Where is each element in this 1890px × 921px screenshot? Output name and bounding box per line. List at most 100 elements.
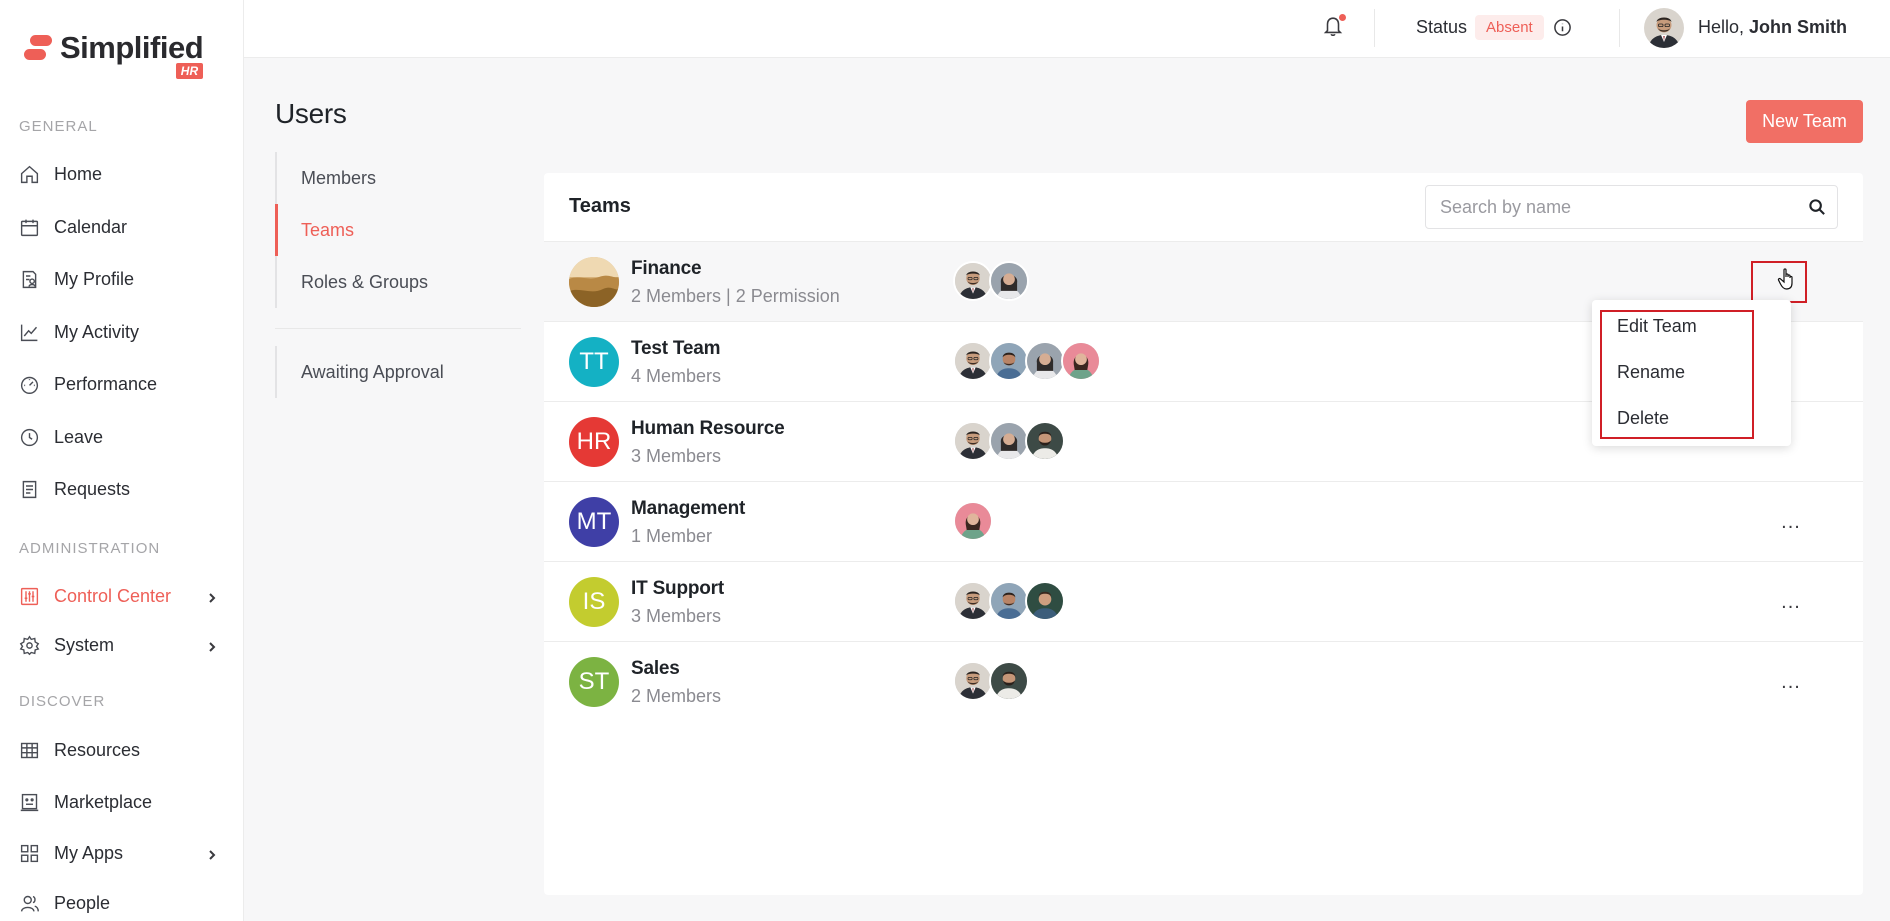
page-title: Users: [275, 98, 347, 129]
sidebar-item-performance[interactable]: Performance: [19, 366, 229, 402]
member-avatar[interactable]: [989, 421, 1029, 461]
member-avatars: [953, 501, 993, 541]
sidebar-item-system[interactable]: System: [19, 627, 229, 663]
member-avatar[interactable]: [953, 501, 993, 541]
team-row-management[interactable]: MT Management 1 Member ...: [544, 481, 1863, 561]
menu-item-rename[interactable]: Rename: [1617, 362, 1685, 383]
team-name[interactable]: Finance: [631, 258, 702, 280]
brand-logo[interactable]: Simplified HR: [24, 30, 204, 80]
sidebar-item-calendar[interactable]: Calendar: [19, 209, 229, 245]
sidebar-item-my-activity[interactable]: My Activity: [19, 314, 229, 350]
team-name[interactable]: Human Resource: [631, 418, 785, 440]
status-label: Status: [1416, 17, 1468, 37]
subnav-divider: [275, 328, 521, 329]
member-avatar[interactable]: [953, 581, 993, 621]
team-name[interactable]: Management: [631, 498, 745, 520]
logo-mark-icon: [24, 33, 54, 63]
team-avatar: ST: [569, 657, 619, 707]
sidebar-item-resources[interactable]: Resources: [19, 732, 229, 768]
member-avatar[interactable]: [1025, 421, 1065, 461]
member-avatars: [953, 581, 1065, 621]
chevron-right-icon: [205, 846, 219, 860]
member-avatar[interactable]: [989, 581, 1029, 621]
new-team-button[interactable]: New Team: [1746, 100, 1863, 143]
sidebar-item-label: Control Center: [54, 585, 172, 606]
sidebar-item-my-profile[interactable]: My Profile: [19, 261, 229, 297]
member-avatar[interactable]: [989, 261, 1029, 301]
member-avatar[interactable]: [1061, 341, 1101, 381]
team-avatar: [569, 257, 619, 307]
subnav-roles-groups[interactable]: Roles & Groups: [275, 256, 521, 308]
header-divider: [1374, 9, 1375, 47]
team-avatar: IS: [569, 577, 619, 627]
more-options-button[interactable]: ...: [1773, 504, 1809, 540]
member-avatar[interactable]: [953, 421, 993, 461]
header-divider: [1619, 9, 1620, 47]
sidebar-item-label: Requests: [54, 478, 131, 499]
info-icon[interactable]: [1553, 18, 1572, 37]
more-options-button[interactable]: ...: [1773, 584, 1809, 620]
subnav-teams[interactable]: Teams: [275, 204, 521, 256]
sidebar-item-label: My Apps: [54, 842, 124, 863]
sidebar-item-label: Calendar: [54, 216, 128, 237]
team-row-it-support[interactable]: IS IT Support 3 Members ...: [544, 561, 1863, 641]
user-greeting[interactable]: Hello, John Smith: [1698, 17, 1847, 38]
sidebar-item-label: Leave: [54, 426, 104, 447]
team-avatar: TT: [569, 337, 619, 387]
clock-icon: [19, 427, 40, 448]
sidebar: Simplified HR GENERAL Home Calendar My P…: [0, 0, 244, 921]
team-avatar: HR: [569, 417, 619, 467]
member-avatar[interactable]: [953, 661, 993, 701]
notifications-bell-icon[interactable]: [1322, 14, 1348, 42]
member-avatar[interactable]: [989, 341, 1029, 381]
chevron-right-icon: [205, 638, 219, 652]
menu-item-edit-team[interactable]: Edit Team: [1617, 316, 1697, 337]
brand-tag: HR: [175, 63, 204, 79]
subnav-members[interactable]: Members: [275, 152, 521, 204]
home-icon: [19, 164, 40, 185]
sidebar-item-label: System: [54, 634, 115, 655]
people-icon: [19, 893, 40, 914]
team-name[interactable]: Test Team: [631, 338, 721, 360]
team-row-sales[interactable]: ST Sales 2 Members ...: [544, 641, 1863, 721]
team-meta: 2 Members: [631, 686, 722, 706]
gear-icon: [19, 634, 40, 656]
member-avatars: [953, 341, 1101, 381]
table-icon: [19, 740, 40, 761]
member-avatar[interactable]: [1025, 341, 1065, 381]
search-input[interactable]: [1426, 186, 1837, 228]
top-bar: Status Absent Hello, John Smith: [244, 0, 1890, 58]
sidebar-item-people[interactable]: People: [19, 885, 229, 921]
team-meta: 2 Members | 2 Permission: [631, 286, 840, 306]
member-avatars: [953, 661, 1029, 701]
sidebar-item-label: Home: [54, 163, 103, 184]
team-name[interactable]: IT Support: [631, 578, 724, 600]
teams-title: Teams: [569, 195, 631, 217]
more-options-button[interactable]: ...: [1773, 664, 1809, 700]
sidebar-item-leave[interactable]: Leave: [19, 419, 229, 455]
search-icon[interactable]: [1808, 198, 1827, 217]
sidebar-item-label: People: [54, 892, 111, 913]
team-options-menu: Edit Team Rename Delete: [1592, 300, 1791, 446]
sidebar-item-label: Marketplace: [54, 791, 153, 812]
sidebar-item-control-center[interactable]: Control Center: [19, 578, 229, 614]
activity-icon: [19, 322, 40, 343]
member-avatar[interactable]: [989, 661, 1029, 701]
menu-item-delete[interactable]: Delete: [1617, 408, 1669, 429]
sidebar-item-marketplace[interactable]: Marketplace: [19, 784, 229, 820]
member-avatar[interactable]: [953, 261, 993, 301]
sidebar-item-my-apps[interactable]: My Apps: [19, 835, 229, 871]
status-badge[interactable]: Absent: [1475, 15, 1544, 40]
sidebar-item-requests[interactable]: Requests: [19, 471, 229, 507]
sidebar-item-label: My Activity: [54, 321, 140, 342]
team-meta: 1 Member: [631, 526, 713, 546]
section-general: GENERAL: [19, 118, 98, 135]
member-avatar[interactable]: [953, 341, 993, 381]
team-name[interactable]: Sales: [631, 658, 680, 680]
section-discover: DISCOVER: [19, 693, 106, 710]
sidebar-item-label: Performance: [54, 373, 158, 394]
subnav-awaiting-approval[interactable]: Awaiting Approval: [275, 346, 521, 398]
member-avatar[interactable]: [1025, 581, 1065, 621]
user-avatar[interactable]: [1644, 8, 1684, 48]
sidebar-item-home[interactable]: Home: [19, 156, 229, 192]
